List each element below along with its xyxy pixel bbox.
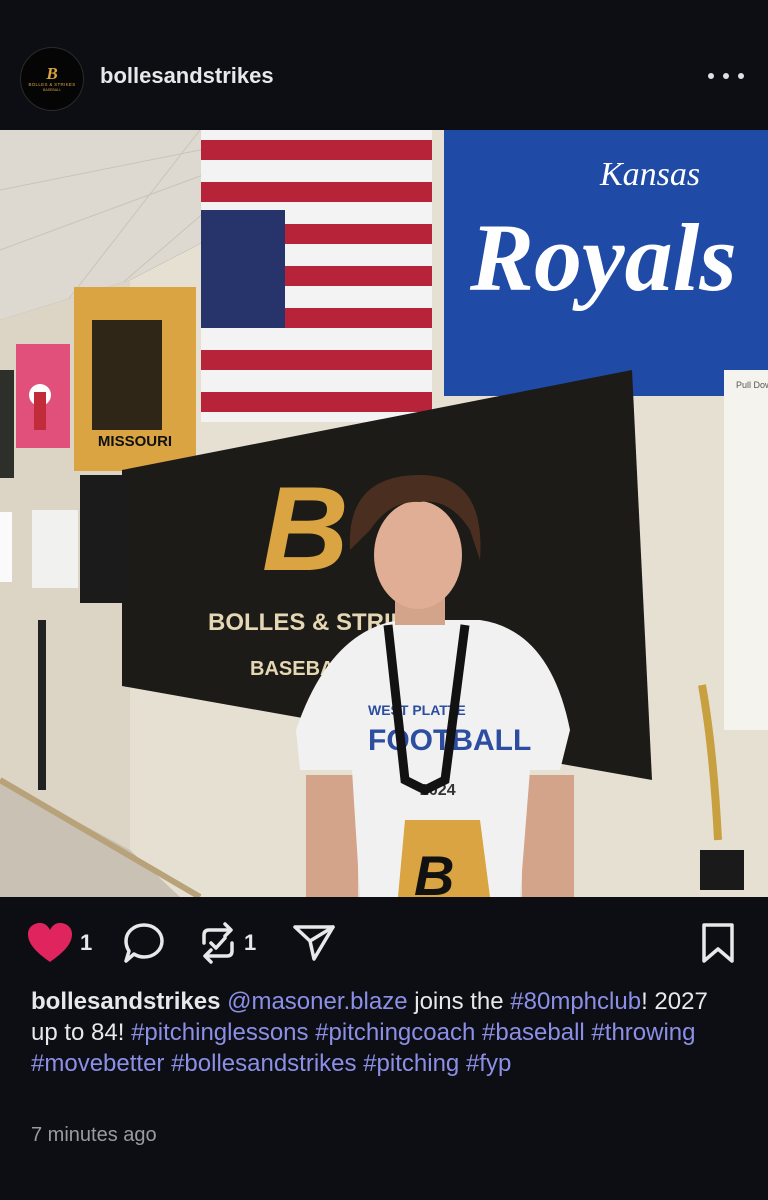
more-dot [723,73,729,79]
comment-icon [124,923,164,963]
hashtag-link[interactable]: #pitching [363,1050,459,1077]
post-username[interactable]: bollesandstrikes [100,63,274,89]
comment-button[interactable] [122,915,166,971]
avatar[interactable]: B BOLLES & STRIKES BASEBALL [20,47,84,111]
avatar-logo-line2: BASEBALL [43,87,61,92]
missouri-flag-text: MISSOURI [98,433,172,450]
hashtag-link[interactable]: #movebetter [31,1050,164,1077]
post-timestamp: 7 minutes ago [31,1124,157,1146]
repost-icon [202,922,234,964]
heart-icon [28,923,72,962]
share-icon [293,925,335,961]
share-button[interactable] [292,915,336,971]
photo-scene: MISSOURI Kansas Royals Pull Down [0,130,768,897]
bookmark-button[interactable] [700,915,736,971]
post-photo[interactable]: MISSOURI Kansas Royals Pull Down [0,130,768,897]
mention-link[interactable]: @masoner.blaze [227,988,407,1015]
post-caption: bollesandstrikes @masoner.blaze joins th… [31,986,741,1079]
like-count: 1 [80,930,93,955]
hashtag-link[interactable]: #baseball [482,1019,585,1046]
pendant-logo: B [414,844,454,897]
royals-flag-team: Kansas [599,156,700,193]
whiteboard-text: Pull Down [736,380,768,390]
more-horizontal-icon [708,73,714,79]
repost-button[interactable]: 1 [198,915,256,971]
royals-flag: Kansas Royals [444,130,768,396]
hashtag-link[interactable]: #pitchingcoach [315,1019,475,1046]
avatar-logo-letter: B [46,63,58,83]
us-flag [201,130,432,422]
hashtag-link[interactable]: #throwing [591,1019,695,1046]
more-options-button[interactable] [708,66,744,86]
hashtag-link[interactable]: #pitchinglessons [131,1019,308,1046]
caption-text: joins the [407,988,511,1015]
post-header: B BOLLES & STRIKES BASEBALL bollesandstr… [0,0,768,130]
royals-flag-script: Royals [469,204,737,311]
post-actions: 1 1 [0,915,768,975]
banner-logo: B [262,462,349,596]
hashtag-link[interactable]: #80mphclub [510,988,641,1015]
repost-count: 1 [244,930,257,955]
more-dot [738,73,744,79]
bookmark-icon [702,923,734,963]
hashtag-link[interactable]: #fyp [466,1050,511,1077]
hashtag-link[interactable]: #bollesandstrikes [171,1050,356,1077]
caption-username[interactable]: bollesandstrikes [31,988,220,1015]
like-button[interactable]: 1 [26,915,92,971]
